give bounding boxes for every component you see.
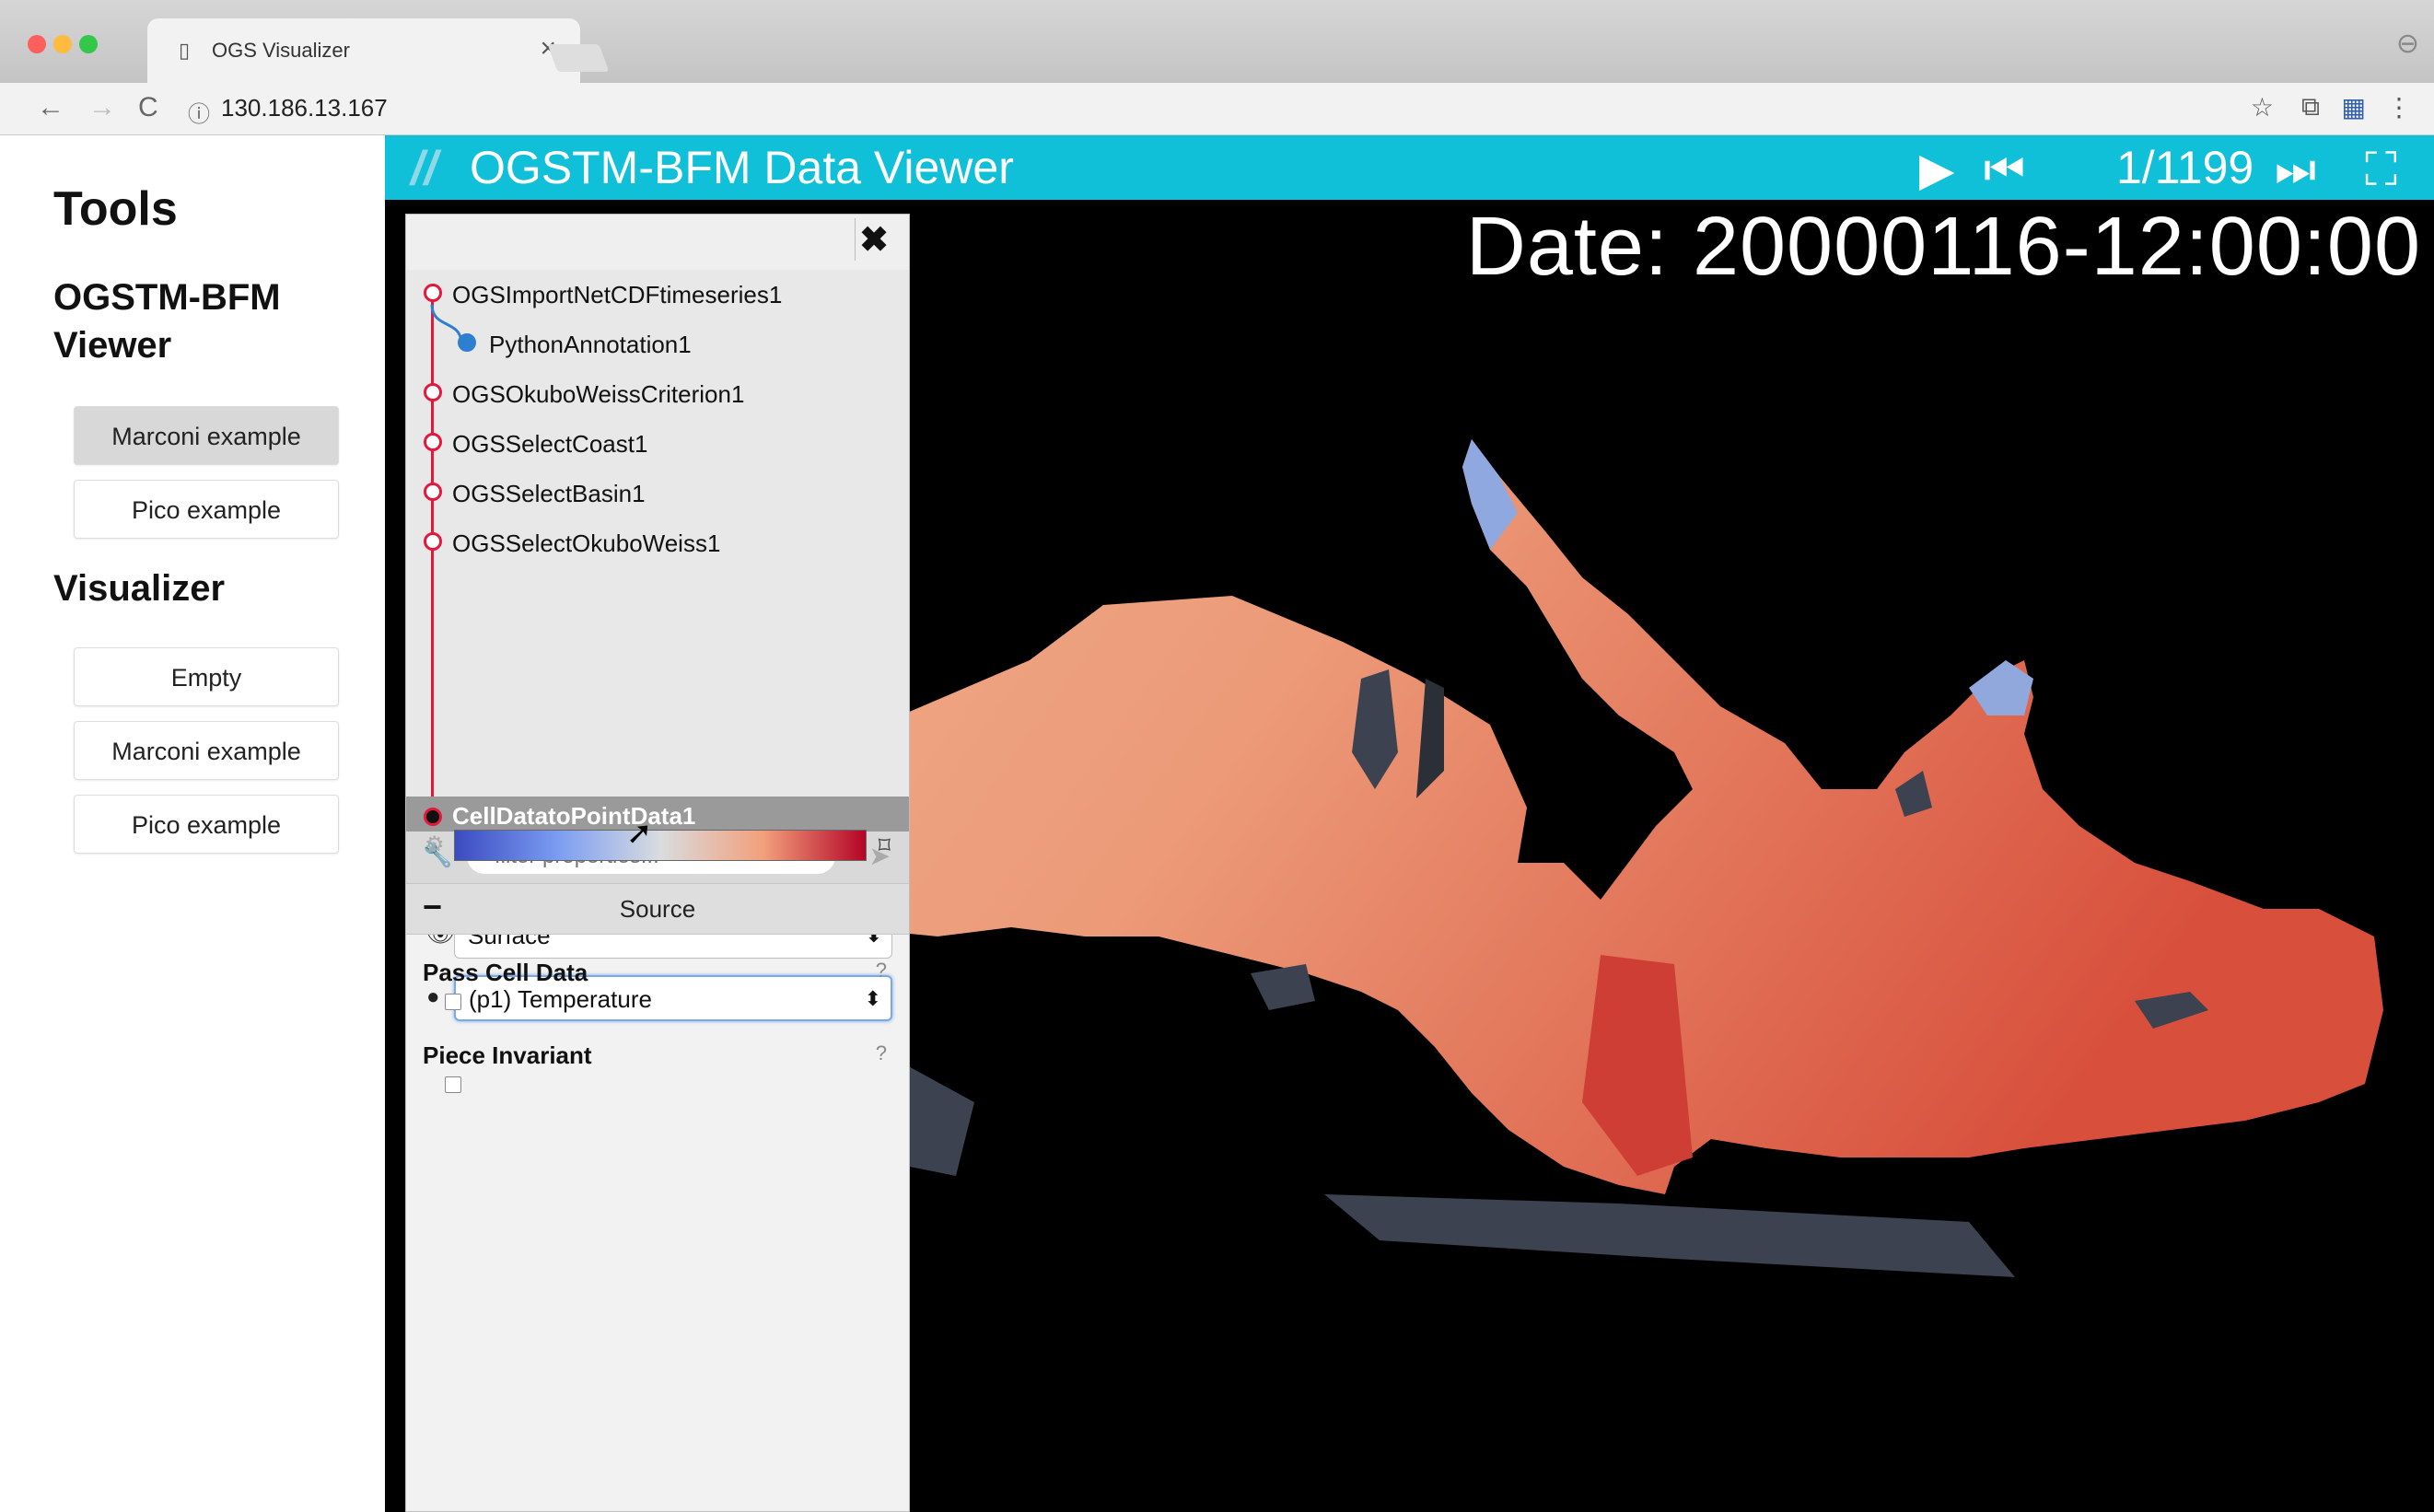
pipeline-panel: ✖ OGSImportNetCDFtimeseries1 PythonAnnot…	[405, 214, 910, 1512]
pipeline-node[interactable]	[424, 284, 442, 302]
address-bar: ← → C ⓘ 130.186.13.167 ☆ ⧉ ▦ ⋮	[0, 83, 2434, 135]
source-label: Source	[619, 895, 696, 923]
pipeline-node[interactable]	[424, 532, 442, 551]
browser-tabbar: ▯ OGS Visualizer × ⊖	[0, 0, 2434, 83]
info-icon[interactable]: ⓘ	[188, 96, 210, 128]
cast-icon[interactable]: ⧉	[2301, 92, 2320, 122]
pipeline-item[interactable]: CellDatatoPointData1	[452, 802, 695, 831]
tools-title: Tools	[53, 182, 178, 236]
color-drop-icon: ●	[426, 984, 440, 1009]
play-icon[interactable]: ▶	[1919, 143, 1954, 196]
minimize-window-button[interactable]	[53, 35, 72, 53]
first-frame-icon[interactable]: ⏮	[1984, 143, 2025, 197]
empty-button[interactable]: Empty	[74, 647, 339, 706]
pipeline-item[interactable]: OGSSelectOkuboWeiss1	[452, 529, 720, 558]
mouse-cursor: ➚	[626, 816, 653, 851]
help-icon[interactable]: ?	[876, 1041, 887, 1065]
color-by-value: (p1) Temperature	[469, 985, 652, 1013]
tab-title: OGS Visualizer	[212, 39, 350, 62]
panel-topbar: ✖	[406, 215, 909, 271]
select-arrow-icon: ⬍	[864, 987, 881, 1010]
zoom-window-button[interactable]	[79, 35, 98, 53]
selected-pipeline-row[interactable]: CellDatatoPointData1	[406, 797, 909, 833]
pass-cell-data-checkbox[interactable]	[445, 994, 461, 1010]
viewer-toolbar: // OGSTM-BFM Data Viewer ▶ ⏮ 1/1199 ⏭ ⛶	[385, 135, 2434, 200]
pipeline-node[interactable]	[424, 433, 442, 451]
pipeline-item[interactable]: OGSOkuboWeissCriterion1	[452, 380, 744, 409]
last-frame-icon[interactable]: ⏭	[2275, 143, 2316, 197]
forward-icon[interactable]: →	[88, 92, 116, 123]
marconi-example-button[interactable]: Marconi example	[74, 406, 339, 465]
profile-icon[interactable]: ⊖	[2396, 28, 2419, 60]
browser-tab[interactable]: ▯ OGS Visualizer ×	[147, 18, 580, 83]
frame-counter: 1/1199	[2116, 142, 2254, 193]
pipeline-node[interactable]	[424, 383, 442, 401]
fullscreen-icon[interactable]: ⛶	[2365, 143, 2397, 197]
pipeline-node[interactable]	[424, 808, 442, 826]
extension-icon[interactable]: ▦	[2342, 92, 2366, 122]
piece-invariant-label: Piece Invariant	[423, 1041, 592, 1069]
pipeline-node[interactable]	[424, 483, 442, 501]
piece-invariant-checkbox[interactable]	[445, 1076, 461, 1093]
url-field[interactable]: 130.186.13.167	[221, 94, 388, 122]
tools-sidebar: Tools OGSTM-BFM Viewer Marconi example P…	[0, 135, 385, 1512]
gear-icon[interactable]: ⚙	[425, 832, 445, 858]
pass-cell-data-label: Pass Cell Data	[423, 959, 588, 986]
color-map-bar[interactable]	[454, 830, 867, 861]
viewer-title: OGSTM-BFM Data Viewer	[470, 142, 1014, 193]
bookmark-star-icon[interactable]: ☆	[2251, 92, 2274, 122]
pipeline-item[interactable]: OGSSelectBasin1	[452, 480, 646, 508]
viewer-section-title: OGSTM-BFM Viewer	[53, 277, 281, 366]
source-section-header[interactable]: − Source	[406, 883, 909, 935]
visualizer-pico-button[interactable]: Pico example	[74, 795, 339, 854]
pipeline-browser: OGSImportNetCDFtimeseries1 PythonAnnotat…	[406, 270, 909, 833]
pipeline-node[interactable]	[458, 333, 476, 352]
pipeline-item[interactable]: OGSSelectCoast1	[452, 430, 647, 459]
color-preset-icon[interactable]: ⌑	[879, 832, 891, 860]
new-tab-button[interactable]	[547, 44, 610, 72]
help-icon[interactable]: ?	[876, 959, 887, 983]
pipeline-item[interactable]: PythonAnnotation1	[489, 331, 692, 359]
pico-example-button[interactable]: Pico example	[74, 480, 339, 539]
visualizer-title: Visualizer	[53, 568, 226, 609]
page-icon: ▯	[179, 39, 191, 62]
back-icon[interactable]: ←	[37, 92, 64, 123]
close-window-button[interactable]	[28, 35, 46, 53]
app-logo: //	[411, 142, 437, 195]
reload-icon[interactable]: C	[138, 92, 158, 123]
visualizer-marconi-button[interactable]: Marconi example	[74, 721, 339, 780]
pipeline-item[interactable]: OGSImportNetCDFtimeseries1	[452, 281, 782, 309]
pipeline-connector	[431, 296, 434, 819]
menu-icon[interactable]: ⋮	[2386, 92, 2412, 122]
collapse-panel-icon[interactable]: ✖	[855, 218, 892, 261]
